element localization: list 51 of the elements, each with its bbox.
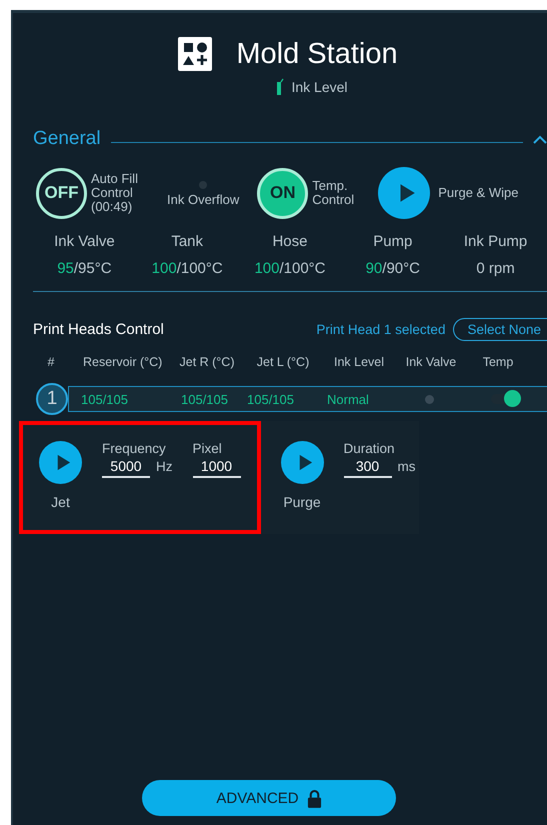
field-label: Pixel bbox=[192, 441, 223, 456]
control-label: Purge & Wipe bbox=[438, 186, 518, 200]
table-cell-text: 105/105 bbox=[80, 392, 129, 406]
control-label: Temp. Control bbox=[312, 179, 356, 207]
play-button[interactable] bbox=[39, 441, 82, 484]
column-header: # bbox=[46, 355, 56, 369]
caret-icon[interactable] bbox=[533, 134, 547, 144]
reading-label: Pump bbox=[373, 233, 412, 250]
reading-value: 100/100°C bbox=[254, 260, 326, 277]
toggle-button[interactable]: ON bbox=[257, 168, 308, 218]
unit-label: Hz bbox=[156, 459, 172, 474]
station-title: Mold Station bbox=[236, 38, 398, 70]
shapes-icon bbox=[178, 37, 212, 71]
section-title: Print Heads Control bbox=[33, 321, 165, 338]
reading-value: 95/95°C bbox=[57, 260, 112, 277]
column-header: Jet L (°C) bbox=[256, 355, 310, 369]
toggle-button[interactable]: OFF bbox=[36, 168, 87, 218]
reading-label: Ink Pump bbox=[464, 233, 528, 250]
input-field[interactable]: 300 bbox=[344, 456, 392, 478]
reading-value: 100/100°C bbox=[152, 260, 223, 277]
column-header: Reservoir (°C) bbox=[82, 355, 164, 369]
input-field[interactable]: 5000 bbox=[102, 456, 150, 478]
reading-value: 90/90°C bbox=[366, 260, 420, 277]
play-button[interactable] bbox=[280, 441, 324, 484]
indicator-label: Ink Overflow bbox=[167, 193, 240, 207]
table-cell-text: Normal bbox=[326, 392, 370, 406]
column-header: Temp bbox=[482, 355, 514, 369]
field-label: Frequency bbox=[102, 441, 167, 456]
action-label: Purge bbox=[283, 494, 321, 510]
unit-label: ms bbox=[398, 459, 416, 474]
selection-status: Print Head 1 selected bbox=[316, 322, 446, 337]
reading-label: Hose bbox=[272, 233, 308, 250]
ink-tube-icon bbox=[276, 78, 284, 96]
ink-level-link[interactable]: Ink Level bbox=[291, 79, 348, 95]
advanced-button[interactable]: ADVANCED bbox=[142, 780, 396, 816]
column-header: Ink Level bbox=[332, 355, 386, 369]
reading-label: Tank bbox=[171, 233, 204, 250]
table-row[interactable]: 105/105 105/105 105/105 Normal bbox=[68, 386, 547, 412]
reading-label: Ink Valve bbox=[54, 233, 115, 250]
input-field[interactable]: 1000 bbox=[192, 456, 240, 478]
section-title: General bbox=[33, 128, 101, 150]
table-cell-text: 105/105 bbox=[180, 392, 229, 406]
action-label: Jet bbox=[51, 494, 70, 510]
select-none-button[interactable]: Select None bbox=[453, 318, 547, 341]
control-label: Auto Fill Control (00:49) bbox=[91, 172, 139, 214]
reading-value: 0 rpm bbox=[476, 260, 515, 277]
table-cell-text: 105/105 bbox=[246, 392, 295, 406]
column-header: Ink Valve bbox=[404, 355, 458, 369]
column-header: Jet R (°C) bbox=[178, 355, 236, 369]
head-number[interactable]: 1 bbox=[36, 383, 68, 415]
field-label: Duration bbox=[344, 441, 396, 456]
